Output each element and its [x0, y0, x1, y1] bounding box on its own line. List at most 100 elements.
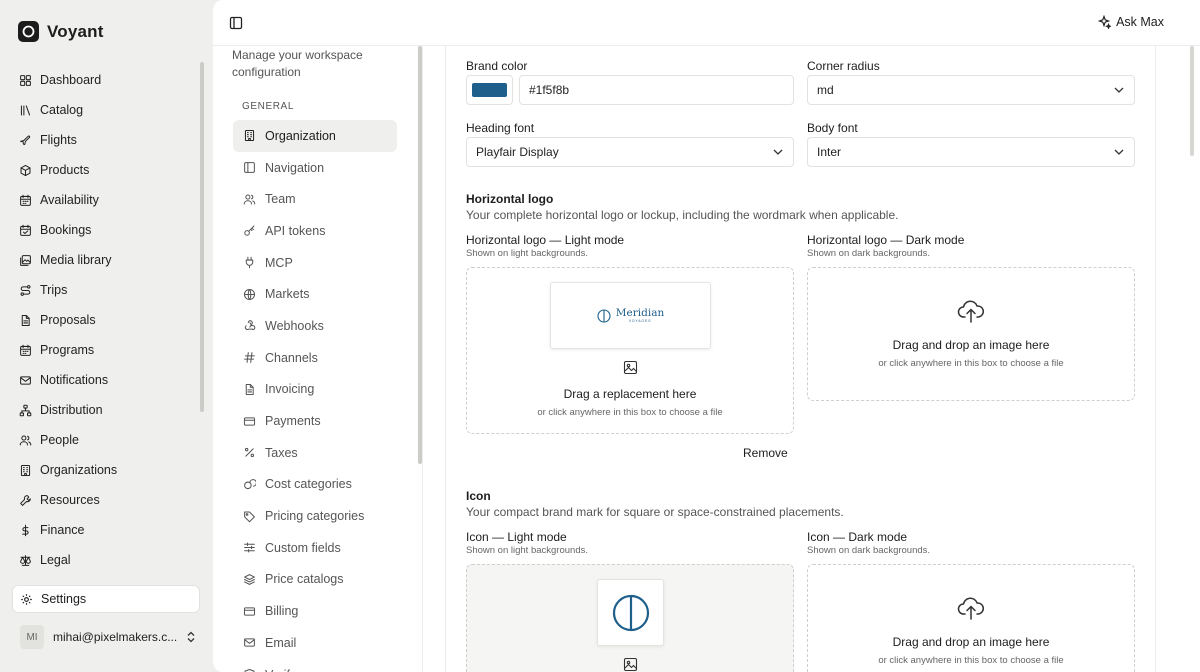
- settings-nav-payments[interactable]: Payments: [233, 405, 397, 437]
- mail-icon: [244, 638, 255, 648]
- sidebar-scrollbar[interactable]: [200, 62, 204, 412]
- settings-nav-custom-fields[interactable]: Custom fields: [233, 532, 397, 564]
- organization-settings-content: Brand color #1f5f8b Corner radius md Hea…: [445, 46, 1156, 672]
- image-icon: [623, 657, 638, 672]
- users-icon: [243, 194, 256, 205]
- cloud-upload-icon: [957, 595, 985, 621]
- sidebar-item-label: Media library: [40, 253, 112, 267]
- main-scrollbar[interactable]: [1190, 46, 1194, 156]
- dropzone-title: Drag a replacement here: [563, 387, 697, 401]
- settings-nav-list: Organization Navigation Team API tokens MCP M…: [233, 120, 397, 672]
- settings-nav-cost-categories[interactable]: Cost categories: [233, 469, 397, 501]
- remove-logo-button[interactable]: Remove: [743, 446, 788, 460]
- settings-nav-price-catalogs[interactable]: Price catalogs: [233, 564, 397, 596]
- main-nav: Dashboard Catalog Flights Products Availabil…: [12, 65, 198, 575]
- package-icon: [20, 164, 31, 176]
- settings-nav-navigation[interactable]: Navigation: [233, 152, 397, 184]
- horizontal-logo-light-desc: Shown on light backgrounds.: [466, 248, 588, 259]
- settings-nav-label: Payments: [265, 414, 321, 429]
- sidebar-item-catalog[interactable]: Catalog: [12, 95, 198, 125]
- layers-icon: [244, 574, 255, 585]
- heading-font-select[interactable]: Playfair Display: [466, 137, 794, 167]
- settings-nav-invoicing[interactable]: Invoicing: [233, 374, 397, 406]
- sidebar-item-notifications[interactable]: Notifications: [12, 365, 198, 395]
- settings-nav-scrollbar[interactable]: [418, 46, 422, 464]
- sidebar-item-label: Dashboard: [40, 73, 102, 87]
- sidebar-item-label: People: [40, 433, 79, 447]
- horizontal-logo-light-dropzone[interactable]: Meridian VOYAGES Drag a replacement here…: [466, 267, 794, 434]
- coins-icon: [244, 479, 256, 489]
- settings-nav-team[interactable]: Team: [233, 183, 397, 215]
- corner-radius-value: md: [817, 83, 834, 97]
- brand-color-input[interactable]: #1f5f8b: [519, 75, 794, 105]
- settings-description: Manage your workspace configuration: [232, 48, 363, 79]
- user-menu[interactable]: MI mihai@pixelmakers.c...: [20, 625, 196, 649]
- main-panel: Ask Max Manage your workspace configurat…: [213, 0, 1200, 672]
- settings-nav: Manage your workspace configuration GENE…: [213, 46, 423, 672]
- settings-nav-taxes[interactable]: Taxes: [233, 437, 397, 469]
- images-icon: [20, 254, 31, 266]
- ask-max-button[interactable]: Ask Max: [1097, 15, 1164, 29]
- settings-nav-email[interactable]: Email: [233, 627, 397, 659]
- sidebar-item-label: Flights: [40, 133, 77, 147]
- sidebar-item-flights[interactable]: Flights: [12, 125, 198, 155]
- settings-nav-pricing-categories[interactable]: Pricing categories: [233, 500, 397, 532]
- hash-icon: [244, 352, 255, 364]
- sidebar-item-availability[interactable]: Availability: [12, 185, 198, 215]
- settings-nav-organization[interactable]: Organization: [233, 120, 397, 152]
- percent-icon: [244, 448, 255, 458]
- meridian-icon: [612, 594, 649, 631]
- settings-nav-billing[interactable]: Billing: [233, 595, 397, 627]
- chevron-down-icon: [1114, 87, 1124, 93]
- sidebar-item-trips[interactable]: Trips: [12, 275, 198, 305]
- body-font-value: Inter: [817, 145, 842, 159]
- sidebar-item-label: Notifications: [40, 373, 109, 387]
- sidebar-item-organizations[interactable]: Organizations: [12, 455, 198, 485]
- sliders-icon: [244, 542, 255, 553]
- horizontal-logo-light-preview: Meridian VOYAGES: [550, 282, 711, 349]
- toggle-sidebar-button[interactable]: [229, 16, 243, 30]
- sidebar-item-media-library[interactable]: Media library: [12, 245, 198, 275]
- sidebar-item-resources[interactable]: Resources: [12, 485, 198, 515]
- sidebar-item-programs[interactable]: Programs: [12, 335, 198, 365]
- sidebar-item-label: Catalog: [40, 103, 84, 117]
- voyant-logo-icon: [18, 21, 39, 42]
- icon-light-dropzone[interactable]: [466, 564, 794, 672]
- dollar-icon: [22, 524, 29, 536]
- settings-nav-label: Email: [265, 635, 297, 650]
- sidebar-item-people[interactable]: People: [12, 425, 198, 455]
- calendar-icon: [20, 344, 31, 356]
- app-sidebar: Voyant Dashboard Catalog Flights Products Av…: [0, 0, 212, 672]
- sidebar-item-bookings[interactable]: Bookings: [12, 215, 198, 245]
- users-icon: [19, 435, 32, 445]
- document-icon: [245, 383, 254, 395]
- ask-max-label: Ask Max: [1116, 15, 1164, 29]
- sidebar-item-finance[interactable]: Finance: [12, 515, 198, 545]
- shield-icon: [244, 668, 255, 672]
- sidebar-item-distribution[interactable]: Distribution: [12, 395, 198, 425]
- settings-nav-api-tokens[interactable]: API tokens: [233, 215, 397, 247]
- horizontal-logo-title: Horizontal logo: [466, 192, 554, 206]
- settings-nav-label: Cost categories: [265, 477, 352, 492]
- settings-nav-markets[interactable]: Markets: [233, 278, 397, 310]
- dropzone-subtitle: or click anywhere in this box to choose …: [878, 358, 1064, 369]
- settings-nav-mcp[interactable]: MCP: [233, 247, 397, 279]
- building-icon: [244, 130, 255, 142]
- sidebar-item-legal[interactable]: Legal: [12, 545, 198, 575]
- sidebar-item-products[interactable]: Products: [12, 155, 198, 185]
- sidebar-item-proposals[interactable]: Proposals: [12, 305, 198, 335]
- calendar-check-icon: [20, 224, 31, 236]
- settings-nav-verif[interactable]: Verif...: [233, 659, 397, 672]
- app-logo[interactable]: Voyant: [18, 21, 104, 42]
- sidebar-item-settings[interactable]: Settings: [12, 585, 200, 613]
- icon-light-desc: Shown on light backgrounds.: [466, 545, 588, 556]
- brand-color-swatch[interactable]: [466, 75, 513, 105]
- horizontal-logo-dark-dropzone[interactable]: Drag and drop an image here or click any…: [807, 267, 1135, 401]
- sidebar-item-dashboard[interactable]: Dashboard: [12, 65, 198, 95]
- settings-nav-webhooks[interactable]: Webhooks: [233, 310, 397, 342]
- settings-nav-channels[interactable]: Channels: [233, 342, 397, 374]
- corner-radius-select[interactable]: md: [807, 75, 1135, 105]
- body-font-select[interactable]: Inter: [807, 137, 1135, 167]
- icon-dark-dropzone[interactable]: Drag and drop an image here or click any…: [807, 564, 1135, 672]
- settings-nav-label: Markets: [265, 287, 310, 302]
